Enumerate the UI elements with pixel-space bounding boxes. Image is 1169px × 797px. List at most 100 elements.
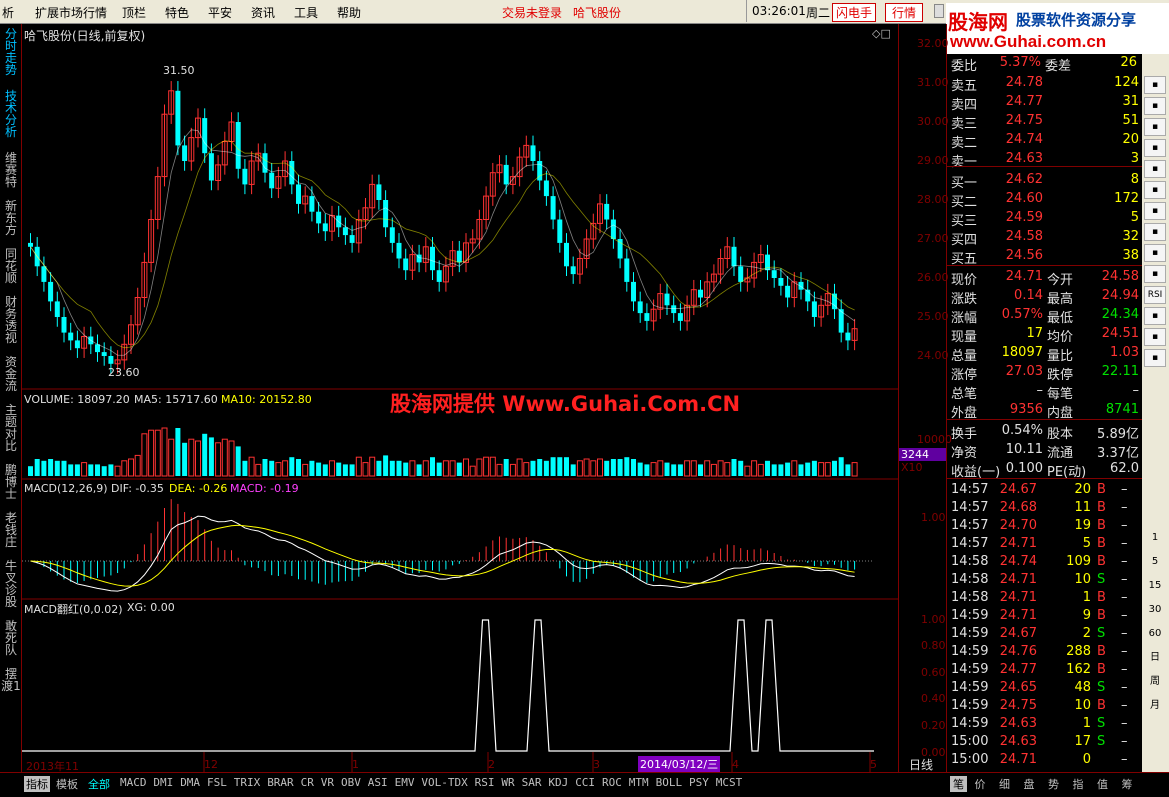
indicator-tab[interactable]: MCST [716,776,743,789]
arrow-down-icon[interactable]: ▪ [1144,97,1166,115]
tab-baidu[interactable]: 摆渡1 [1,668,21,692]
candle-body-down [316,211,322,224]
indicator-tab[interactable]: CR [301,776,314,789]
indicator-tab[interactable]: 模板 [56,776,78,792]
period-button[interactable]: 月 [1144,698,1166,718]
indicator-tab[interactable]: ROC [602,776,622,789]
indicator-tab[interactable]: 指标 [24,776,50,792]
period-label[interactable]: 日线 [909,756,933,773]
zoom-icon[interactable]: ▪ [1144,202,1166,220]
quote-cell: 20 [1122,132,1139,147]
quote-tab[interactable]: 细 [999,776,1010,792]
flash-trade-button[interactable]: 闪电手 [832,3,877,22]
indicator-tab[interactable]: SAR [522,776,542,789]
volume-bar-down [644,464,650,476]
tab-tonghuashun[interactable]: 同花顺 [1,248,21,284]
period-button[interactable]: 60 [1144,626,1166,646]
tab-xindongfang[interactable]: 新东方 [1,200,21,236]
indicator-tab[interactable]: BOLL [656,776,683,789]
quote-tab[interactable]: 盘 [1024,776,1035,792]
candle-body-down [235,122,241,169]
indicator-tab[interactable]: ASI [368,776,388,789]
chart-area[interactable]: 哈飞股份(日线,前复权) ◇□ 31.50 23.60 股海网提供 Www.Gu… [22,24,898,773]
indicator-tab[interactable]: MTM [629,776,649,789]
arrow-up-icon[interactable]: ▪ [1144,76,1166,94]
tab-pengboshi[interactable]: 鹏博士 [1,464,21,500]
quote-tab[interactable]: 指 [1073,776,1084,792]
quote-tab[interactable]: 值 [1097,776,1108,792]
candle-body-down [108,356,114,364]
grid-icon[interactable]: ▪ [1144,265,1166,283]
pie-icon[interactable]: ▪ [1144,223,1166,241]
quote-tab[interactable]: 势 [1048,776,1059,792]
tab-laoqianzhuang[interactable]: 老钱庄 [1,512,21,548]
tab-intraday[interactable]: 分时走势 [1,28,21,76]
quote-tab[interactable]: 筹 [1122,776,1133,792]
kline-icon[interactable]: ▪ [1144,118,1166,136]
quote-tab[interactable]: 笔 [950,776,967,792]
bar-icon[interactable]: ▪ [1144,160,1166,178]
move-icon[interactable]: ▪ [1144,307,1166,325]
tab-technical[interactable]: 技术分析 [1,90,21,138]
menu-topbar[interactable]: 顶栏 [122,4,146,21]
quote-cell: B [1097,644,1106,659]
quote-button[interactable]: 行情 [885,3,924,22]
volume-bar-up [657,460,664,477]
period-button[interactable]: 5 [1144,554,1166,574]
stat-row: 涨跌 0.14 最高 24.94 [947,287,1143,307]
menu-scroll-icon[interactable] [934,4,944,18]
tab-financial[interactable]: 财务透视 [1,296,21,344]
quote-tab[interactable]: 价 [975,776,986,792]
indicator-tab[interactable]: PSY [689,776,709,789]
indicator-tab[interactable]: VR [321,776,334,789]
indicator-tab[interactable]: 全部 [88,776,110,792]
indicator-tab[interactable]: TRIX [234,776,261,789]
quote-cell: 24.75 [999,698,1037,713]
menu-ext-market[interactable]: 扩展市场行情 [35,4,107,21]
quote-cell: 24.94 [1101,288,1139,303]
period-button[interactable]: 周 [1144,674,1166,694]
indicator-tab[interactable]: DMI [153,776,173,789]
indicator-tab[interactable]: MACD [120,776,147,789]
indicator-tab[interactable]: WR [501,776,514,789]
menu-special[interactable]: 特色 [165,4,189,21]
list-icon[interactable]: ▪ [1144,244,1166,262]
period-button[interactable]: 30 [1144,602,1166,622]
period-button[interactable]: 日 [1144,650,1166,670]
volume-bar-down [289,457,295,476]
menu-tools[interactable]: 工具 [294,4,318,21]
indicator-tab[interactable]: VOL-TDX [421,776,467,789]
volume-multiplier: X10 [901,461,923,474]
cross-icon[interactable]: ▪ [1144,181,1166,199]
volume-bar-up [818,462,825,477]
indicator-tab[interactable]: RSI [475,776,495,789]
menu-news[interactable]: 资讯 [251,4,275,21]
indicator-tab[interactable]: OBV [341,776,361,789]
tab-weisaite[interactable]: 维赛特 [1,152,21,188]
indicator-tab[interactable]: BRAR [267,776,294,789]
indicator-tab[interactable]: CCI [575,776,595,789]
volume-cursor-badge: 3244 [899,448,947,461]
tab-gansidui[interactable]: 敢死队 [1,620,21,656]
menu-help[interactable]: 帮助 [337,4,361,21]
tab-capital-flow[interactable]: 资金流 [1,356,21,392]
rsi-icon[interactable]: RSI [1144,286,1166,304]
period-button[interactable]: 1 [1144,530,1166,550]
candle-body-down [242,168,248,185]
refresh-icon[interactable]: ▪ [1144,349,1166,367]
indicator-tab[interactable]: FSL [207,776,227,789]
indicator-tab[interactable]: DMA [180,776,200,789]
trend-icon[interactable]: ▪ [1144,139,1166,157]
indicator-tab[interactable]: KDJ [548,776,568,789]
menu-analysis[interactable]: 析 [2,4,14,21]
home-icon[interactable]: ▪ [1144,328,1166,346]
period-button[interactable]: 15 [1144,578,1166,598]
volume-bar-up [128,458,134,477]
indicator-tab[interactable]: EMV [395,776,415,789]
chart-corner-icon[interactable]: ◇□ [872,27,891,40]
tab-niucha[interactable]: 牛叉诊股 [1,560,21,608]
tick-row: 14:59 24.76 288 B – [947,643,1143,661]
tab-theme-compare[interactable]: 主题对比 [1,404,21,452]
volume-bar-up [791,460,798,477]
menu-pingan[interactable]: 平安 [208,4,232,21]
